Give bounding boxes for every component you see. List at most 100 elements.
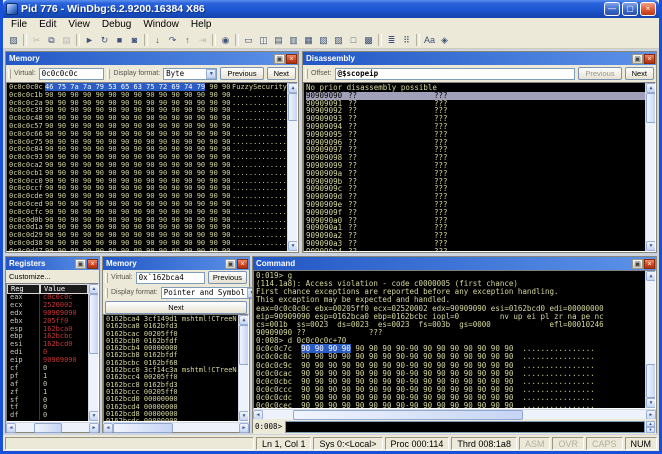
vertical-scrollbar[interactable]: ▲ ▼ [645, 271, 655, 408]
dock-icon[interactable]: ▣ [225, 258, 236, 269]
memory-window-icon[interactable]: ▦ [301, 33, 316, 47]
menu-item[interactable]: View [62, 18, 96, 32]
font-icon[interactable]: Aa [422, 33, 437, 47]
menu-item[interactable]: File [5, 18, 33, 32]
go-icon[interactable]: ► [82, 33, 97, 47]
registers-window-icon[interactable]: ▥ [286, 33, 301, 47]
scroll-up-icon[interactable]: ▲ [239, 315, 248, 325]
separator[interactable] [23, 34, 27, 46]
separator[interactable] [144, 34, 148, 46]
vertical-scrollbar[interactable]: ▲ ▼ [238, 315, 248, 421]
offset-input[interactable]: @$scopeip [334, 67, 576, 80]
register-row[interactable]: tf 0 [7, 404, 88, 413]
close-icon[interactable]: × [644, 258, 655, 269]
disassembly-row[interactable]: 909090a4 ?? ??? [306, 247, 645, 251]
scratch-pad-icon[interactable]: □ [346, 33, 361, 47]
menu-item[interactable]: Debug [96, 18, 137, 32]
next-button[interactable]: Next [624, 67, 654, 80]
history-spinner[interactable]: ▲ ▼ [646, 420, 655, 433]
scroll-left-icon[interactable]: ◄ [6, 423, 16, 433]
step-over-icon[interactable]: ↷ [165, 33, 180, 47]
open-source-file-icon[interactable]: ▨ [6, 33, 21, 47]
watch-window-icon[interactable]: ◫ [256, 33, 271, 47]
menu-item[interactable]: Help [185, 18, 218, 32]
scroll-right-icon[interactable]: ► [239, 423, 249, 433]
register-row[interactable]: eip 90909090 [7, 356, 88, 366]
horizontal-scrollbar[interactable]: ◄ ► [6, 422, 99, 433]
vertical-scrollbar[interactable]: ▲ ▼ [287, 83, 297, 251]
toolbar-gripper[interactable] [8, 68, 11, 79]
scroll-down-icon[interactable]: ▼ [239, 411, 248, 421]
maximize-button[interactable]: ▢ [622, 2, 638, 16]
register-row[interactable]: cf 0 [7, 364, 88, 373]
register-row[interactable]: pf 1 [7, 372, 88, 381]
close-icon[interactable]: × [237, 258, 248, 269]
scroll-down-icon[interactable]: ▼ [646, 398, 655, 408]
separator[interactable] [76, 34, 80, 46]
command-window-icon[interactable]: ▭ [241, 33, 256, 47]
separator[interactable] [235, 34, 239, 46]
virtual-address-input[interactable]: 0x`162bca4 [135, 271, 205, 284]
restart-icon[interactable]: ↻ [97, 33, 112, 47]
display-format-select[interactable]: Byte ▼ [163, 67, 218, 80]
scroll-right-icon[interactable]: ► [89, 423, 99, 433]
toolbar-gripper[interactable] [105, 272, 108, 283]
horizontal-scrollbar[interactable]: ◄ ► [103, 422, 249, 433]
locals-window-icon[interactable]: ▤ [271, 33, 286, 47]
run-to-cursor-icon[interactable]: ⇥ [195, 33, 210, 47]
next-button[interactable]: Next [105, 300, 247, 314]
cut-icon[interactable]: ✂ [29, 33, 44, 47]
disassembly-window-icon[interactable]: ▨ [331, 33, 346, 47]
scroll-up-icon[interactable]: ▲ [646, 83, 655, 93]
memory-row[interactable]: 0162bcdc 00000000 [106, 417, 238, 421]
vertical-scrollbar[interactable]: ▲ ▼ [645, 83, 655, 251]
toolbar-gripper[interactable] [305, 68, 308, 79]
menu-item[interactable]: Window [137, 18, 185, 32]
close-icon[interactable]: × [286, 53, 297, 64]
break-icon[interactable]: ◙ [127, 33, 142, 47]
close-button[interactable]: × [640, 2, 656, 16]
spin-down-icon[interactable]: ▼ [646, 426, 655, 433]
toolbar-gripper[interactable] [107, 68, 111, 79]
previous-button[interactable]: Previous [207, 271, 247, 284]
chevron-down-icon[interactable]: ▼ [206, 68, 217, 79]
dock-icon[interactable]: ▣ [75, 258, 86, 269]
horizontal-scrollbar[interactable]: ◄ ► [253, 409, 656, 420]
stop-debugging-icon[interactable]: ■ [112, 33, 127, 47]
next-button[interactable]: Next [266, 67, 296, 80]
copy-icon[interactable]: ⧉ [44, 33, 59, 47]
step-out-icon[interactable]: ↑ [180, 33, 195, 47]
dock-icon[interactable]: ▣ [274, 53, 285, 64]
customize-button[interactable]: Customize... [6, 270, 99, 283]
processes-threads-icon[interactable]: ▩ [361, 33, 376, 47]
command-input[interactable] [285, 420, 645, 433]
scroll-down-icon[interactable]: ▼ [89, 411, 98, 421]
insert-breakpoint-icon[interactable]: ◉ [218, 33, 233, 47]
scroll-up-icon[interactable]: ▲ [89, 284, 98, 294]
call-stack-window-icon[interactable]: ▧ [316, 33, 331, 47]
register-row[interactable]: zf 1 [7, 388, 88, 397]
dock-icon[interactable]: ▣ [632, 258, 643, 269]
memory-row[interactable]: 0c0c0d47 90 90 90 90 90 90 90 90 90 90 9… [9, 247, 287, 251]
separator[interactable] [212, 34, 216, 46]
register-row[interactable]: af 0 [7, 380, 88, 389]
virtual-address-input[interactable]: 0c0c0c0c [38, 67, 105, 80]
register-row[interactable]: sf 0 [7, 396, 88, 405]
scroll-down-icon[interactable]: ▼ [646, 241, 655, 251]
scroll-up-icon[interactable]: ▲ [646, 271, 655, 281]
separator[interactable] [416, 34, 420, 46]
scroll-up-icon[interactable]: ▲ [288, 83, 297, 93]
display-format-select[interactable]: Pointer and Symbol ▼ [160, 286, 258, 299]
previous-button[interactable]: Previous [220, 67, 264, 80]
paste-icon[interactable]: ▤ [59, 33, 74, 47]
scroll-down-icon[interactable]: ▼ [288, 241, 297, 251]
minimize-button[interactable]: — [604, 2, 620, 16]
step-into-icon[interactable]: ↓ [150, 33, 165, 47]
source-mode-icon[interactable]: ≣ [384, 33, 399, 47]
dock-icon[interactable]: ▣ [632, 53, 643, 64]
menu-item[interactable]: Edit [33, 18, 62, 32]
options-icon[interactable]: ◈ [437, 33, 452, 47]
toolbar-gripper[interactable] [105, 287, 108, 298]
close-icon[interactable]: × [87, 258, 98, 269]
separator[interactable] [378, 34, 382, 46]
